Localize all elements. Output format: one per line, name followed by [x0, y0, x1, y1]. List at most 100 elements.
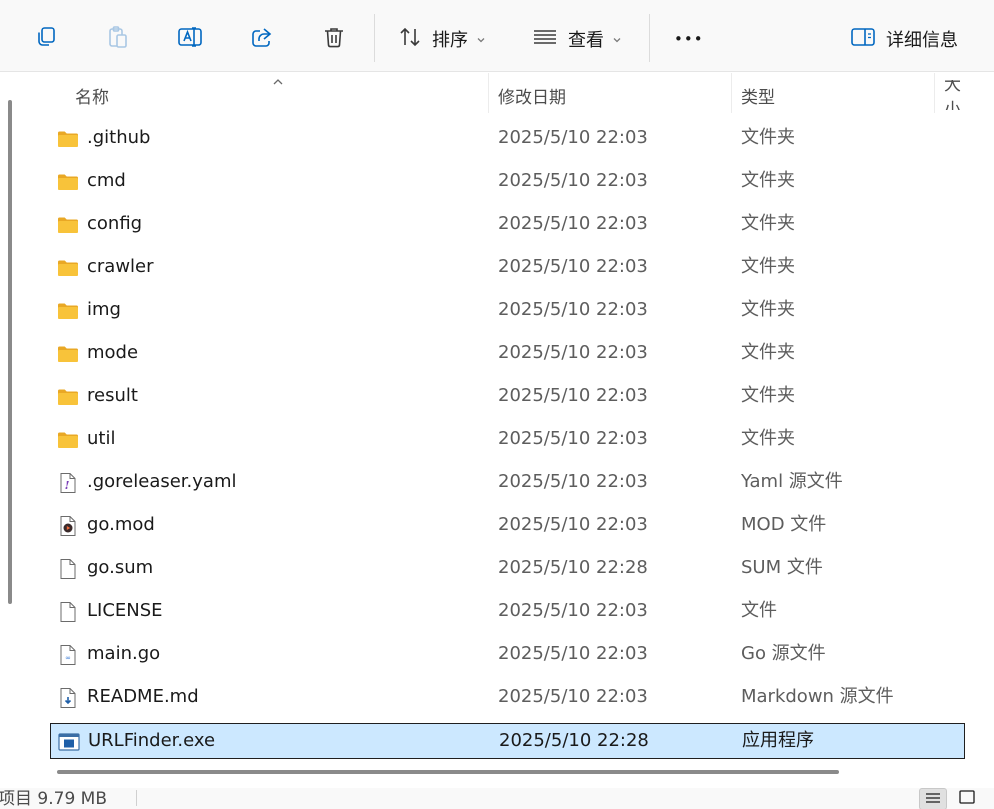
file-type: 文件夹: [741, 213, 795, 234]
file-row[interactable]: ∞ main.go 2025/5/10 22:03 Go 源文件: [50, 637, 965, 673]
file-type: 文件夹: [741, 299, 795, 320]
delete-button[interactable]: [316, 21, 352, 57]
column-header-date[interactable]: 修改日期: [498, 80, 566, 110]
file-modified-date: 2025/5/10 22:03: [498, 514, 648, 535]
tiles-view-icon: [958, 789, 976, 809]
file-modified-date: 2025/5/10 22:03: [498, 471, 648, 492]
folder-icon: [56, 256, 80, 280]
file-row[interactable]: mode 2025/5/10 22:03 文件夹: [50, 336, 965, 372]
file-type: Yaml 源文件: [741, 471, 843, 492]
file-modified-date: 2025/5/10 22:03: [498, 385, 648, 406]
file-row[interactable]: ! .goreleaser.yaml 2025/5/10 22:03 Yaml 源文件: [50, 465, 965, 501]
file-row[interactable]: .github 2025/5/10 22:03 文件夹: [50, 121, 965, 157]
file-name: util: [87, 428, 116, 449]
copy-icon: [34, 25, 58, 53]
file-row[interactable]: crawler 2025/5/10 22:03 文件夹: [50, 250, 965, 286]
file-row[interactable]: config 2025/5/10 22:03 文件夹: [50, 207, 965, 243]
file-type: 文件夹: [741, 385, 795, 406]
share-button[interactable]: [244, 21, 280, 57]
file-modified-date: 2025/5/10 22:03: [498, 213, 648, 234]
file-type: Go 源文件: [741, 643, 826, 664]
exe-file-icon: [57, 730, 81, 754]
sort-icon: [398, 25, 422, 54]
file-type: 文件: [741, 600, 777, 621]
markdown-file-icon: [56, 686, 80, 710]
folder-icon: [56, 127, 80, 151]
paste-button[interactable]: [100, 21, 136, 57]
column-header-name[interactable]: 名称: [75, 80, 109, 110]
file-modified-date: 2025/5/10 22:28: [499, 730, 649, 751]
status-selection-text: 项目 9.79 MB: [0, 789, 107, 809]
details-pane-label: 详细信息: [886, 30, 958, 51]
file-modified-date: 2025/5/10 22:03: [498, 643, 648, 664]
sort-menu-button[interactable]: 排序: [398, 21, 486, 57]
column-divider[interactable]: [934, 73, 935, 113]
horizontal-scrollbar[interactable]: [57, 770, 839, 774]
file-row[interactable]: go.sum 2025/5/10 22:28 SUM 文件: [50, 551, 965, 587]
file-type: 文件夹: [741, 256, 795, 277]
view-label: 查看: [568, 30, 604, 51]
file-name: go.sum: [87, 557, 154, 578]
file-type: 应用程序: [742, 730, 814, 751]
file-modified-date: 2025/5/10 22:03: [498, 170, 648, 191]
file-name: URLFinder.exe: [88, 730, 216, 751]
details-view-button[interactable]: [919, 788, 947, 809]
file-row[interactable]: go.mod 2025/5/10 22:03 MOD 文件: [50, 508, 965, 544]
file-modified-date: 2025/5/10 22:03: [498, 600, 648, 621]
status-bar: 项目 9.79 MB: [0, 788, 994, 809]
file-row[interactable]: URLFinder.exe 2025/5/10 22:28 应用程序: [50, 723, 965, 759]
toolbar-separator: [374, 14, 375, 62]
file-type: 文件夹: [741, 170, 795, 191]
file-name: go.mod: [87, 514, 155, 535]
file-type: Markdown 源文件: [741, 686, 894, 707]
paste-icon: [106, 25, 130, 53]
folder-icon: [56, 342, 80, 366]
folder-icon: [56, 299, 80, 323]
view-lines-icon: [532, 25, 558, 54]
chevron-down-icon: [612, 29, 622, 50]
file-name: main.go: [87, 643, 161, 664]
file-name: LICENSE: [87, 600, 163, 621]
svg-text:!: !: [65, 479, 70, 492]
details-view-icon: [924, 790, 942, 809]
file-name: .github: [87, 127, 151, 148]
file-name: crawler: [87, 256, 154, 277]
file-modified-date: 2025/5/10 22:28: [498, 557, 648, 578]
command-bar-divider: [0, 71, 994, 72]
sort-ascending-icon: [271, 72, 285, 91]
more-options-button[interactable]: •••: [674, 21, 704, 57]
file-name: result: [87, 385, 138, 406]
column-header-type[interactable]: 类型: [741, 80, 775, 110]
chevron-down-icon: [476, 29, 486, 50]
tiles-view-button[interactable]: [953, 788, 981, 809]
status-separator: [136, 790, 137, 806]
file-type: 文件夹: [741, 127, 795, 148]
file-modified-date: 2025/5/10 22:03: [498, 256, 648, 277]
vertical-scrollbar[interactable]: [8, 100, 12, 604]
svg-text:∞: ∞: [65, 654, 71, 662]
file-type: 文件夹: [741, 428, 795, 449]
file-row[interactable]: README.md 2025/5/10 22:03 Markdown 源文件: [50, 680, 965, 716]
file-modified-date: 2025/5/10 22:03: [498, 342, 648, 363]
share-icon: [250, 25, 274, 53]
details-pane-button[interactable]: 详细信息: [850, 21, 958, 57]
folder-icon: [56, 213, 80, 237]
view-menu-button[interactable]: 查看: [532, 21, 622, 57]
file-row[interactable]: img 2025/5/10 22:03 文件夹: [50, 293, 965, 329]
blank-file-icon: [56, 600, 80, 624]
command-bar: 排序 查看 ••• 详细信息: [0, 0, 994, 72]
file-row[interactable]: cmd 2025/5/10 22:03 文件夹: [50, 164, 965, 200]
go-file-icon: ∞: [56, 643, 80, 667]
folder-icon: [56, 428, 80, 452]
file-type: MOD 文件: [741, 514, 827, 535]
file-row[interactable]: result 2025/5/10 22:03 文件夹: [50, 379, 965, 415]
copy-button[interactable]: [28, 21, 64, 57]
file-type: SUM 文件: [741, 557, 823, 578]
file-modified-date: 2025/5/10 22:03: [498, 686, 648, 707]
column-header-size[interactable]: 大小: [944, 80, 968, 110]
rename-button[interactable]: [172, 21, 208, 57]
file-row[interactable]: util 2025/5/10 22:03 文件夹: [50, 422, 965, 458]
column-divider[interactable]: [731, 73, 732, 113]
column-divider[interactable]: [488, 73, 489, 113]
file-row[interactable]: LICENSE 2025/5/10 22:03 文件: [50, 594, 965, 630]
